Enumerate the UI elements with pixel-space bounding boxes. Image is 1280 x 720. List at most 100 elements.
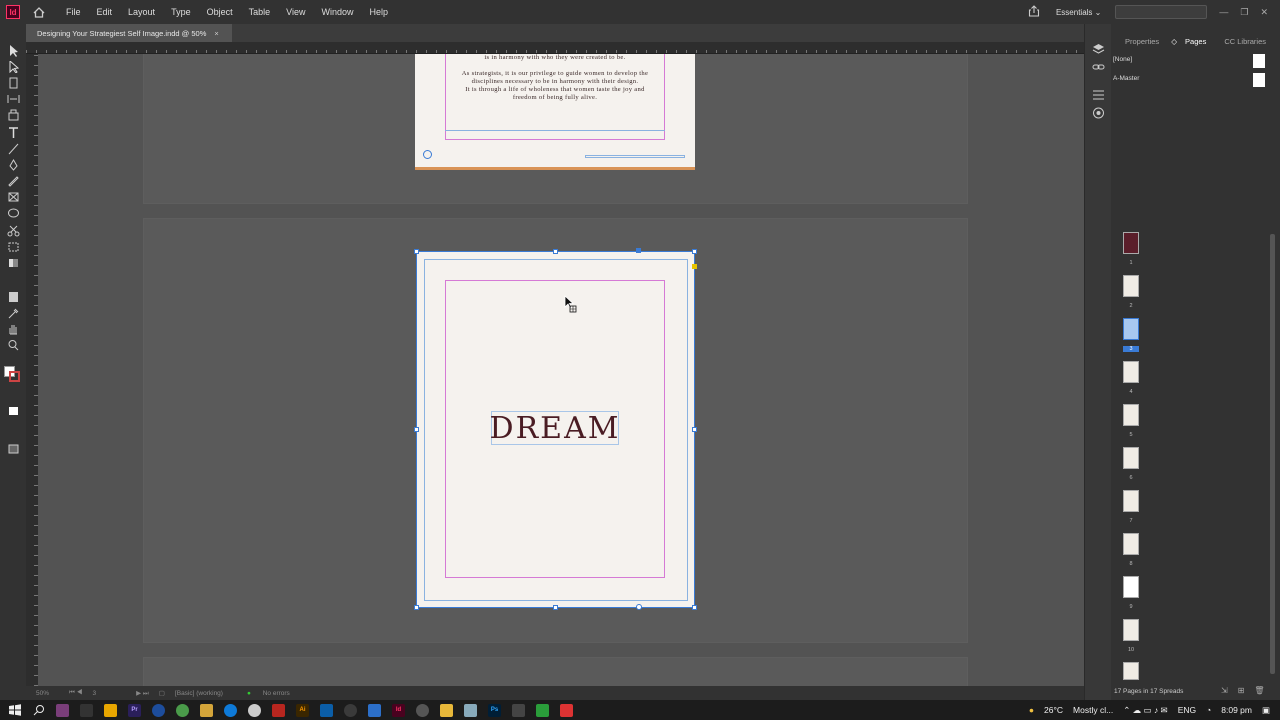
store-icon[interactable] <box>368 703 381 717</box>
zoom-level[interactable]: 50% <box>36 690 49 697</box>
page-thumb-9[interactable] <box>1123 576 1139 598</box>
app-icon[interactable] <box>512 703 525 717</box>
gap-tool-icon[interactable] <box>7 92 20 104</box>
line-tool-icon[interactable] <box>7 142 20 155</box>
app-icon[interactable] <box>464 703 477 717</box>
eyedropper-tool-icon[interactable] <box>7 306 20 319</box>
windows-start-icon[interactable] <box>8 704 21 717</box>
menu-file[interactable]: File <box>58 0 89 24</box>
app-icon[interactable] <box>560 703 573 717</box>
mail-icon[interactable] <box>320 703 333 717</box>
preview-mode-icon[interactable] <box>7 404 20 416</box>
new-page-icon[interactable]: ⊞ <box>1238 686 1245 695</box>
pages-scrollbar[interactable] <box>1270 234 1275 674</box>
ellipse-tool-icon[interactable] <box>7 206 20 218</box>
master-a[interactable]: A-Master <box>1113 75 1139 82</box>
tab-properties[interactable]: Properties <box>1119 37 1165 46</box>
working-style[interactable]: [Basic] (working) <box>175 690 223 697</box>
menu-view[interactable]: View <box>278 0 313 24</box>
page-thumb-8[interactable] <box>1123 533 1139 555</box>
page-thumb-6[interactable] <box>1123 447 1139 469</box>
resize-handle[interactable] <box>692 605 697 610</box>
document-canvas[interactable]: is in harmony with who they were created… <box>38 54 1084 686</box>
delete-page-icon[interactable]: 🗑 <box>1254 686 1264 695</box>
page-thumb-4[interactable] <box>1123 361 1139 383</box>
links-icon[interactable] <box>1092 60 1105 72</box>
chrome-icon[interactable] <box>344 703 357 717</box>
nav-arrows-icon[interactable]: ⏮ ◀ <box>69 689 82 697</box>
dream-text-frame[interactable]: DREAM <box>490 411 619 446</box>
share-icon[interactable] <box>1028 5 1040 19</box>
nav-forward-icon[interactable]: ▶ ⏭ <box>136 689 149 698</box>
tab-cc-libraries[interactable]: CC Libraries <box>1218 37 1272 46</box>
search-icon[interactable] <box>32 704 45 717</box>
chrome-icon[interactable] <box>248 703 261 717</box>
weather-text[interactable]: Mostly cl... <box>1073 705 1113 715</box>
vertical-ruler[interactable] <box>26 54 38 686</box>
office-icon[interactable] <box>272 703 285 717</box>
page-thumb-5[interactable] <box>1123 404 1139 426</box>
notes-icon[interactable] <box>440 703 453 717</box>
folder-icon[interactable] <box>200 703 213 717</box>
search-input[interactable] <box>1115 5 1208 19</box>
resize-handle[interactable] <box>414 605 419 610</box>
color-swatches-icon[interactable] <box>1092 106 1105 119</box>
master-a-thumb[interactable] <box>1253 73 1265 87</box>
restore-button[interactable]: ❐ <box>1240 7 1248 18</box>
tab-pages[interactable]: ◇ Pages <box>1165 37 1218 46</box>
resize-handle[interactable] <box>414 249 419 254</box>
browser-icon[interactable] <box>152 703 165 717</box>
page-thumb-11[interactable] <box>1123 662 1139 680</box>
menu-type[interactable]: Type <box>163 0 199 24</box>
app-icon[interactable] <box>416 703 429 717</box>
page-tool-icon[interactable] <box>7 76 20 89</box>
note-tool-icon[interactable] <box>7 290 20 302</box>
scissors-tool-icon[interactable] <box>7 224 20 237</box>
master-none[interactable]: [None] <box>1113 56 1132 63</box>
menu-table[interactable]: Table <box>241 0 279 24</box>
photoshop-icon[interactable]: Ps <box>488 703 501 717</box>
free-transform-tool-icon[interactable] <box>7 240 20 252</box>
workspace-switcher[interactable]: Essentials ⌄ <box>1056 8 1101 17</box>
rectangle-frame-tool-icon[interactable] <box>7 190 20 202</box>
menu-edit[interactable]: Edit <box>89 0 121 24</box>
home-icon[interactable] <box>32 5 46 19</box>
resize-handle[interactable] <box>692 427 697 432</box>
menu-window[interactable]: Window <box>313 0 361 24</box>
menu-object[interactable]: Object <box>199 0 241 24</box>
pen-tool-icon[interactable] <box>7 158 20 171</box>
rotation-handle[interactable] <box>636 604 642 610</box>
edge-icon[interactable] <box>224 703 237 717</box>
page-thumb-10[interactable] <box>1123 619 1139 641</box>
pencil-tool-icon[interactable] <box>7 174 20 187</box>
network-icon[interactable]: ◔ <box>1206 705 1211 715</box>
page-thumb-3[interactable] <box>1123 318 1139 340</box>
app-icon[interactable] <box>536 703 549 717</box>
notification-icon[interactable]: ▣ <box>1262 705 1270 716</box>
page-thumb-1[interactable] <box>1123 232 1139 254</box>
document-tab[interactable]: Designing Your Strategiest Self Image.in… <box>26 24 232 42</box>
screen-mode-icon[interactable] <box>7 442 20 454</box>
language-indicator[interactable]: ENG <box>1178 705 1196 715</box>
weather-temp[interactable]: 26°C <box>1044 705 1063 715</box>
minimize-button[interactable]: — <box>1219 7 1228 18</box>
weather-icon[interactable]: ● <box>1029 705 1034 715</box>
app-icon[interactable] <box>80 703 93 717</box>
selection-tool-icon[interactable] <box>7 44 20 57</box>
layers-icon[interactable] <box>1092 42 1105 54</box>
clock[interactable]: 8:09 pm <box>1221 705 1252 715</box>
gradient-tool-icon[interactable] <box>7 256 20 268</box>
anchor-point[interactable] <box>636 248 641 253</box>
page-thumb-7[interactable] <box>1123 490 1139 512</box>
hand-tool-icon[interactable] <box>7 322 20 335</box>
resize-handle[interactable] <box>692 249 697 254</box>
content-collector-icon[interactable] <box>7 108 20 121</box>
type-tool-icon[interactable] <box>7 126 20 138</box>
file-explorer-icon[interactable] <box>104 703 117 717</box>
app-icon[interactable] <box>56 703 69 717</box>
edit-page-size-icon[interactable]: ⇲ <box>1221 686 1228 695</box>
page-thumb-2[interactable] <box>1123 275 1139 297</box>
resize-handle[interactable] <box>553 249 558 254</box>
resize-handle[interactable] <box>414 427 419 432</box>
page-previous[interactable]: is in harmony with who they were created… <box>415 54 695 170</box>
